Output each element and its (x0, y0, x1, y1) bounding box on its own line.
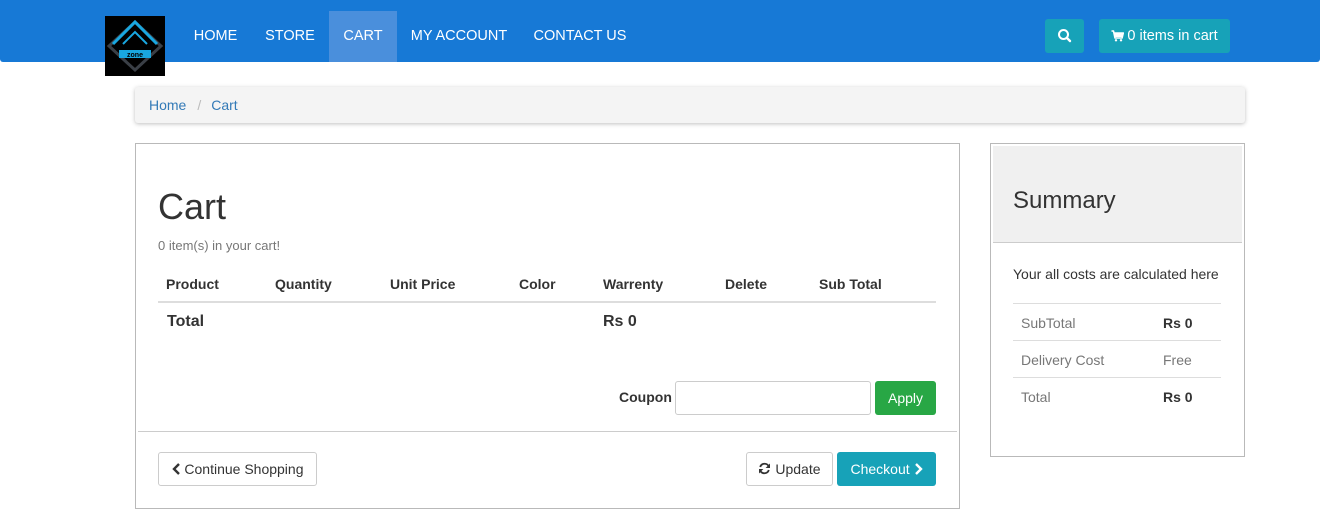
search-button[interactable] (1045, 19, 1084, 53)
summary-row-delivery: Delivery Cost Free (1013, 340, 1221, 377)
chevron-right-icon (914, 463, 923, 475)
summary-title: Summary (1013, 187, 1116, 214)
summary-row-value: Free (1163, 352, 1192, 368)
column-header-delete: Delete (725, 276, 768, 292)
summary-row-label: Total (1021, 389, 1051, 405)
cart-item-count: 0 item(s) in your cart! (158, 238, 281, 253)
coupon-input[interactable] (675, 381, 871, 415)
nav-cart[interactable]: CART (329, 11, 397, 62)
top-navbar: zone HOME STORE CART MY ACCOUNT CONTACT … (0, 0, 1320, 76)
logo-mark: zone (106, 19, 164, 73)
breadcrumb-separator: / (197, 97, 202, 113)
breadcrumb-home[interactable]: Home (149, 97, 186, 113)
nav-contact-us[interactable]: CONTACT US (521, 11, 639, 62)
summary-row-label: Delivery Cost (1021, 352, 1105, 368)
update-button[interactable]: Update (746, 452, 833, 486)
refresh-icon (759, 462, 771, 475)
summary-row-value: Rs 0 (1163, 389, 1193, 405)
cart-panel: Cart 0 item(s) in your cart! Product Qua… (135, 143, 960, 509)
column-header-quantity: Quantity (275, 276, 332, 292)
checkout-button[interactable]: Checkout (837, 452, 936, 486)
total-value: Rs 0 (603, 313, 637, 330)
cart-footer-divider (138, 431, 957, 432)
update-label: Update (775, 461, 821, 477)
column-header-product: Product (166, 276, 219, 292)
summary-description: Your all costs are calculated here (1013, 266, 1219, 282)
apply-coupon-button[interactable]: Apply (875, 381, 936, 415)
cart-button[interactable]: 0 items in cart (1099, 19, 1230, 53)
search-icon (1058, 29, 1072, 43)
breadcrumb-cart[interactable]: Cart (211, 97, 237, 113)
summary-header: Summary (993, 146, 1242, 243)
column-header-unit-price: Unit Price (390, 276, 456, 292)
nav-home[interactable]: HOME (180, 11, 251, 62)
total-label: Total (167, 313, 205, 330)
page-title: Cart (158, 186, 227, 227)
cart-button-label: 0 items in cart (1127, 28, 1218, 44)
shopping-cart-icon (1111, 30, 1125, 42)
column-header-sub-total: Sub Total (819, 276, 882, 292)
checkout-label: Checkout (850, 461, 910, 477)
summary-row-value: Rs 0 (1163, 315, 1193, 331)
summary-panel: Summary Your all costs are calculated he… (990, 143, 1245, 457)
continue-shopping-label: Continue Shopping (184, 461, 304, 477)
table-header-rule (158, 301, 936, 303)
breadcrumb: Home / Cart (135, 87, 1245, 123)
nav-store[interactable]: STORE (251, 11, 329, 62)
continue-shopping-button[interactable]: Continue Shopping (158, 452, 317, 486)
column-header-color: Color (519, 276, 556, 292)
nav-my-account[interactable]: MY ACCOUNT (397, 11, 521, 62)
chevron-left-icon (171, 463, 180, 475)
svg-text:zone: zone (127, 52, 143, 59)
site-logo[interactable]: zone (105, 16, 165, 76)
summary-row-total: Total Rs 0 (1013, 377, 1221, 414)
summary-row-label: SubTotal (1021, 315, 1076, 331)
coupon-label: Coupon (619, 389, 672, 405)
column-header-warrenty: Warrenty (603, 276, 664, 292)
summary-row-subtotal: SubTotal Rs 0 (1013, 303, 1221, 340)
